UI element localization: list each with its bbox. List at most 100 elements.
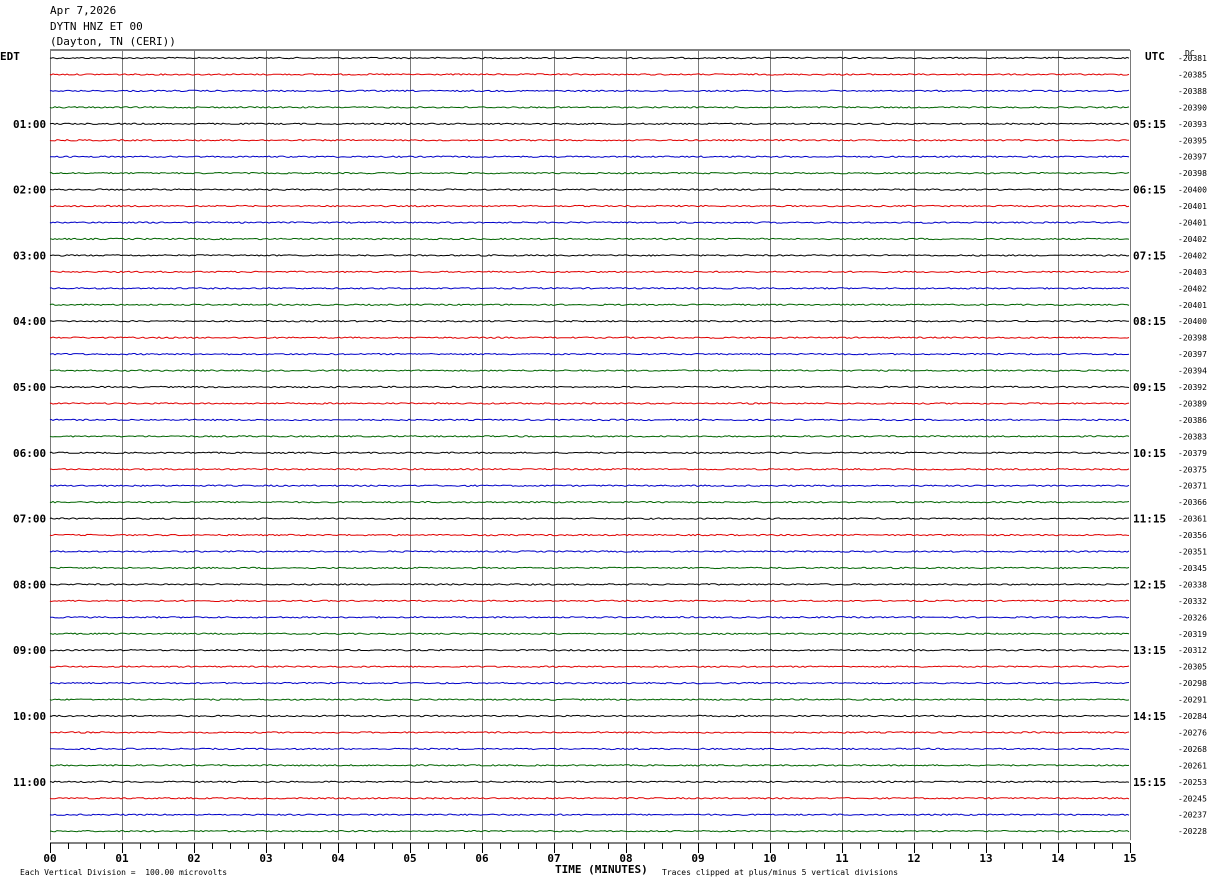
edt-hour-label: 06:00 [13,447,46,460]
dc-offset-label: -20305 [1178,663,1207,672]
utc-hour-label: 10:15 [1133,447,1166,460]
dc-offset-label: -20386 [1178,416,1207,425]
seismic-trace [49,813,1130,816]
dc-offset-label: -20397 [1178,350,1207,359]
seismic-trace [49,56,1130,60]
seismic-trace [49,89,1130,93]
utc-hour-label: 07:15 [1133,249,1166,262]
x-tick-label: 01 [115,852,129,865]
seismic-trace [49,665,1130,668]
seismic-trace [49,714,1130,718]
dc-offset-label: -20401 [1178,202,1207,211]
dc-offset-label: -20398 [1178,334,1207,343]
edt-hour-label: 08:00 [13,578,46,591]
dc-offset-label: -20261 [1178,761,1207,770]
utc-hour-label: 05:15 [1133,118,1166,131]
edt-hour-label: 11:00 [13,776,46,789]
seismic-trace [49,155,1130,158]
utc-hour-label: 09:15 [1133,381,1166,394]
seismic-trace [49,566,1130,570]
x-tick-label: 11 [835,852,849,865]
seismogram-plot: -20381 -20385 -20388 -20390 -20393 01:00 05:15… [13,49,1207,865]
seismic-trace [49,122,1130,126]
x-axis-title: TIME (MINUTES) [555,863,648,876]
x-tick-label: 13 [979,852,992,865]
dc-offset-label: -20402 [1178,235,1207,244]
x-tick-label: 00 [43,852,56,865]
utc-hour-label: 15:15 [1133,776,1166,789]
seismic-trace [49,204,1130,208]
dc-offset-label: -20268 [1178,745,1207,754]
seismic-trace [49,106,1130,109]
dc-offset-label: -20401 [1178,219,1207,228]
dc-offset-label: -20319 [1178,630,1207,639]
seismic-trace [49,615,1130,619]
utc-hour-label: 08:15 [1133,315,1166,328]
dc-offset-label: -20402 [1178,284,1207,293]
seismic-trace [49,731,1130,734]
dc-offset-label: -20375 [1178,465,1207,474]
x-tick-label: 06 [475,852,489,865]
seismic-trace [49,352,1130,356]
utc-hour-label: 13:15 [1133,644,1166,657]
x-tick-label: 12 [907,852,920,865]
seismic-trace [49,500,1130,504]
seismic-trace [49,435,1130,438]
utc-hour-label: 14:15 [1133,710,1166,723]
seismic-trace [49,484,1130,487]
seismic-trace [49,764,1130,767]
seismic-trace [49,369,1130,372]
dc-offset-label: -20351 [1178,548,1207,557]
seismic-trace [49,418,1130,422]
seismic-trace [49,517,1130,520]
edt-hour-label: 03:00 [13,249,46,262]
seismic-trace [49,780,1130,784]
dc-offset-label: -20389 [1178,399,1207,408]
dc-offset-label: -20312 [1178,646,1207,655]
seismic-trace [49,599,1130,603]
dc-offset-label: -20394 [1178,367,1207,376]
edt-hour-label: 09:00 [13,644,46,657]
seismic-trace [50,237,1130,241]
x-tick-label: 04 [331,852,345,865]
seismic-trace [49,698,1130,701]
utc-hour-label: 11:15 [1133,513,1166,526]
dc-offset-label: -20401 [1178,301,1207,310]
seismic-trace [49,171,1130,175]
dc-offset-label: -20385 [1178,70,1207,79]
seismic-trace [49,319,1130,323]
seismic-trace [49,270,1130,274]
dc-offset-label: -20245 [1178,794,1207,803]
dc-offset-label: -20366 [1178,498,1207,507]
dc-offset-label: -20398 [1178,169,1207,178]
seismic-trace [49,648,1130,652]
x-tick-label: 03 [259,852,272,865]
seismic-trace [49,681,1130,685]
seismic-trace [49,583,1130,586]
seismic-trace [49,73,1130,76]
seismic-trace [50,829,1130,833]
x-tick-label: 09 [691,852,704,865]
dc-offset-label: -20284 [1178,712,1207,721]
dc-offset-label: -20291 [1178,696,1207,705]
dc-offset-label: -20237 [1178,811,1207,820]
clip-note: Traces clipped at plus/minus 5 vertical … [662,868,899,877]
dc-offset-label: -20392 [1178,383,1207,392]
seismic-trace [49,468,1130,471]
dc-offset-label: -20338 [1178,580,1207,589]
x-tick-label: 02 [187,852,200,865]
dc-offset-label: -20395 [1178,136,1207,145]
seismic-trace [49,139,1130,142]
seismic-trace [50,385,1130,389]
dc-offset-label: -20400 [1178,317,1207,326]
dc-offset-label: -20332 [1178,597,1207,606]
edt-hour-label: 10:00 [13,710,46,723]
seismic-trace [49,533,1130,537]
edt-hour-label: 01:00 [13,118,46,131]
x-tick-label: 10 [763,852,776,865]
seismic-trace [49,402,1130,405]
x-tick-label: 15 [1123,852,1136,865]
seismic-trace [49,286,1130,290]
seismic-trace [49,188,1130,191]
dc-offset-label: -20397 [1178,153,1207,162]
